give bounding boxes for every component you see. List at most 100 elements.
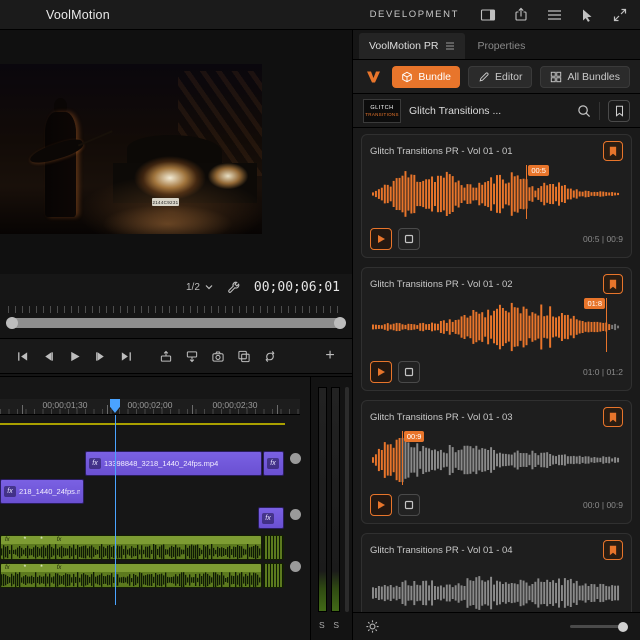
step-forward-button[interactable] bbox=[88, 344, 112, 368]
track-a2: fx * * fx bbox=[0, 563, 285, 589]
sound-card[interactable]: Glitch Transitions PR - Vol 01 - 03 00:9… bbox=[361, 400, 632, 524]
audio-clip[interactable]: fx * * fx bbox=[0, 563, 262, 588]
gear-icon bbox=[366, 620, 379, 633]
play-button[interactable] bbox=[62, 344, 86, 368]
lift-button[interactable] bbox=[154, 344, 178, 368]
waveform-area[interactable]: 01:8 bbox=[372, 298, 621, 356]
clip-marker-star: * bbox=[23, 564, 27, 571]
share-button[interactable] bbox=[508, 4, 534, 26]
waveform-marker[interactable]: 00:5 bbox=[526, 165, 549, 219]
marker-time-label: 00:9 bbox=[403, 431, 425, 442]
solo-label[interactable]: S bbox=[319, 620, 325, 630]
duration-label: 00:5 | 00:9 bbox=[582, 234, 623, 244]
waveform-area[interactable] bbox=[372, 564, 621, 612]
timeline-ruler[interactable]: 00;00;01;30 00;00;02;00 00;00;02;30 bbox=[0, 399, 300, 415]
camera-icon bbox=[212, 351, 224, 362]
fx-badge: fx bbox=[56, 537, 62, 543]
zoom-handle-left[interactable] bbox=[6, 317, 18, 329]
menu-button[interactable] bbox=[541, 4, 567, 26]
zoom-handle-right[interactable] bbox=[334, 317, 346, 329]
skip-to-end-button[interactable] bbox=[114, 344, 138, 368]
compare-icon bbox=[238, 350, 250, 362]
sound-card[interactable]: Glitch Transitions PR - Vol 01 - 01 00:5… bbox=[361, 134, 632, 258]
preview-stop-button[interactable] bbox=[398, 494, 420, 516]
waveform-marker[interactable]: 01:8 bbox=[584, 298, 608, 352]
sound-card-list[interactable]: Glitch Transitions PR - Vol 01 - 01 00:5… bbox=[353, 128, 640, 612]
zoom-scrollbar[interactable] bbox=[6, 317, 346, 329]
sound-card[interactable]: Glitch Transitions PR - Vol 01 - 04 bbox=[361, 533, 632, 612]
pointer-button[interactable] bbox=[574, 4, 600, 26]
play-icon bbox=[378, 501, 385, 509]
ruler-time: 00;00;01;30 bbox=[42, 400, 88, 410]
timeline-panel: 00;00;01;30 00;00;02;00 00;00;02;30 fx 1… bbox=[0, 376, 352, 640]
video-clip[interactable]: fx bbox=[258, 507, 284, 529]
editor-button[interactable]: Editor bbox=[468, 65, 533, 88]
audio-waveform bbox=[1, 544, 261, 559]
monitor-settings-button[interactable] bbox=[227, 281, 240, 294]
audio-clip[interactable] bbox=[263, 535, 284, 560]
fullscreen-button[interactable] bbox=[607, 4, 633, 26]
compare-button[interactable] bbox=[232, 344, 256, 368]
waveform-marker[interactable]: 00:9 bbox=[401, 431, 425, 485]
export-frame-button[interactable] bbox=[206, 344, 230, 368]
step-back-button[interactable] bbox=[36, 344, 60, 368]
audio-meter-left bbox=[318, 387, 327, 612]
video-clip[interactable]: fx 218_1440_24fps.mp4 bbox=[0, 479, 84, 504]
panel-toggle-button[interactable] bbox=[475, 4, 501, 26]
track-scroll-handle[interactable] bbox=[290, 509, 301, 520]
marker-time-label: 00:5 bbox=[528, 165, 549, 176]
track-scroll-handle[interactable] bbox=[290, 453, 301, 464]
video-clip[interactable]: fx 13398848_3218_1440_24fps.mp4 bbox=[85, 451, 262, 476]
all-bundles-button[interactable]: All Bundles bbox=[540, 65, 630, 88]
loop-button[interactable] bbox=[258, 344, 282, 368]
skip-start-icon bbox=[17, 351, 27, 361]
tab-properties[interactable]: Properties bbox=[467, 33, 535, 59]
marker-time-label: 01:8 bbox=[584, 298, 606, 309]
bookmark-button[interactable] bbox=[603, 141, 623, 161]
clip-label: 13398848_3218_1440_24fps.mp4 bbox=[104, 459, 219, 468]
audio-meter-right bbox=[331, 387, 340, 612]
zoom-level-select[interactable]: 1/2 bbox=[186, 282, 213, 293]
bundle-thumbnail[interactable]: GLITCH TRANSITIONS bbox=[363, 98, 401, 123]
step-forward-icon bbox=[95, 351, 104, 361]
tab-menu-icon[interactable] bbox=[445, 42, 455, 50]
audio-clip[interactable] bbox=[263, 563, 284, 588]
volume-slider[interactable] bbox=[570, 621, 628, 633]
preview-play-button[interactable] bbox=[370, 228, 392, 250]
track-scroll-handle[interactable] bbox=[290, 561, 301, 572]
add-button[interactable]: + bbox=[318, 344, 342, 368]
expand-icon bbox=[613, 8, 627, 21]
extract-button[interactable] bbox=[180, 344, 204, 368]
solo-label[interactable]: S bbox=[333, 620, 339, 630]
settings-button[interactable] bbox=[365, 619, 380, 634]
bookmark-button[interactable] bbox=[603, 274, 623, 294]
bookmark-button[interactable] bbox=[603, 540, 623, 560]
bundle-icon bbox=[402, 71, 413, 82]
tab-voolmotion-pr[interactable]: VoolMotion PR bbox=[359, 33, 466, 59]
saved-bookmarks-button[interactable] bbox=[608, 99, 630, 122]
sound-card[interactable]: Glitch Transitions PR - Vol 01 - 02 01:8… bbox=[361, 267, 632, 391]
fx-badge: fx bbox=[267, 458, 279, 469]
stop-icon bbox=[404, 500, 414, 510]
preview-play-button[interactable] bbox=[370, 361, 392, 383]
volume-slider-knob[interactable] bbox=[618, 621, 628, 632]
timecode-display[interactable]: 00;00;06;01 bbox=[254, 280, 340, 295]
audio-clip[interactable]: fx * * fx bbox=[0, 535, 262, 560]
waveform-area[interactable]: 00:5 bbox=[372, 165, 621, 223]
search-button[interactable] bbox=[577, 104, 591, 118]
monitor-scrub-area bbox=[0, 302, 352, 336]
waveform-area[interactable]: 00:9 bbox=[372, 431, 621, 489]
license-plate: 2144C9231 bbox=[151, 198, 179, 207]
wrench-icon bbox=[228, 281, 240, 293]
play-icon bbox=[378, 368, 385, 376]
meters-scrollbar[interactable] bbox=[345, 387, 349, 612]
top-bar: VoolMotion DEVELOPMENT bbox=[0, 0, 640, 30]
preview-play-button[interactable] bbox=[370, 494, 392, 516]
bundle-button[interactable]: Bundle bbox=[392, 65, 461, 88]
skip-to-start-button[interactable] bbox=[10, 344, 34, 368]
preview-stop-button[interactable] bbox=[398, 228, 420, 250]
video-clip[interactable]: fx bbox=[263, 451, 284, 476]
clip-marker-star: * bbox=[40, 536, 43, 543]
bookmark-button[interactable] bbox=[603, 407, 623, 427]
preview-stop-button[interactable] bbox=[398, 361, 420, 383]
